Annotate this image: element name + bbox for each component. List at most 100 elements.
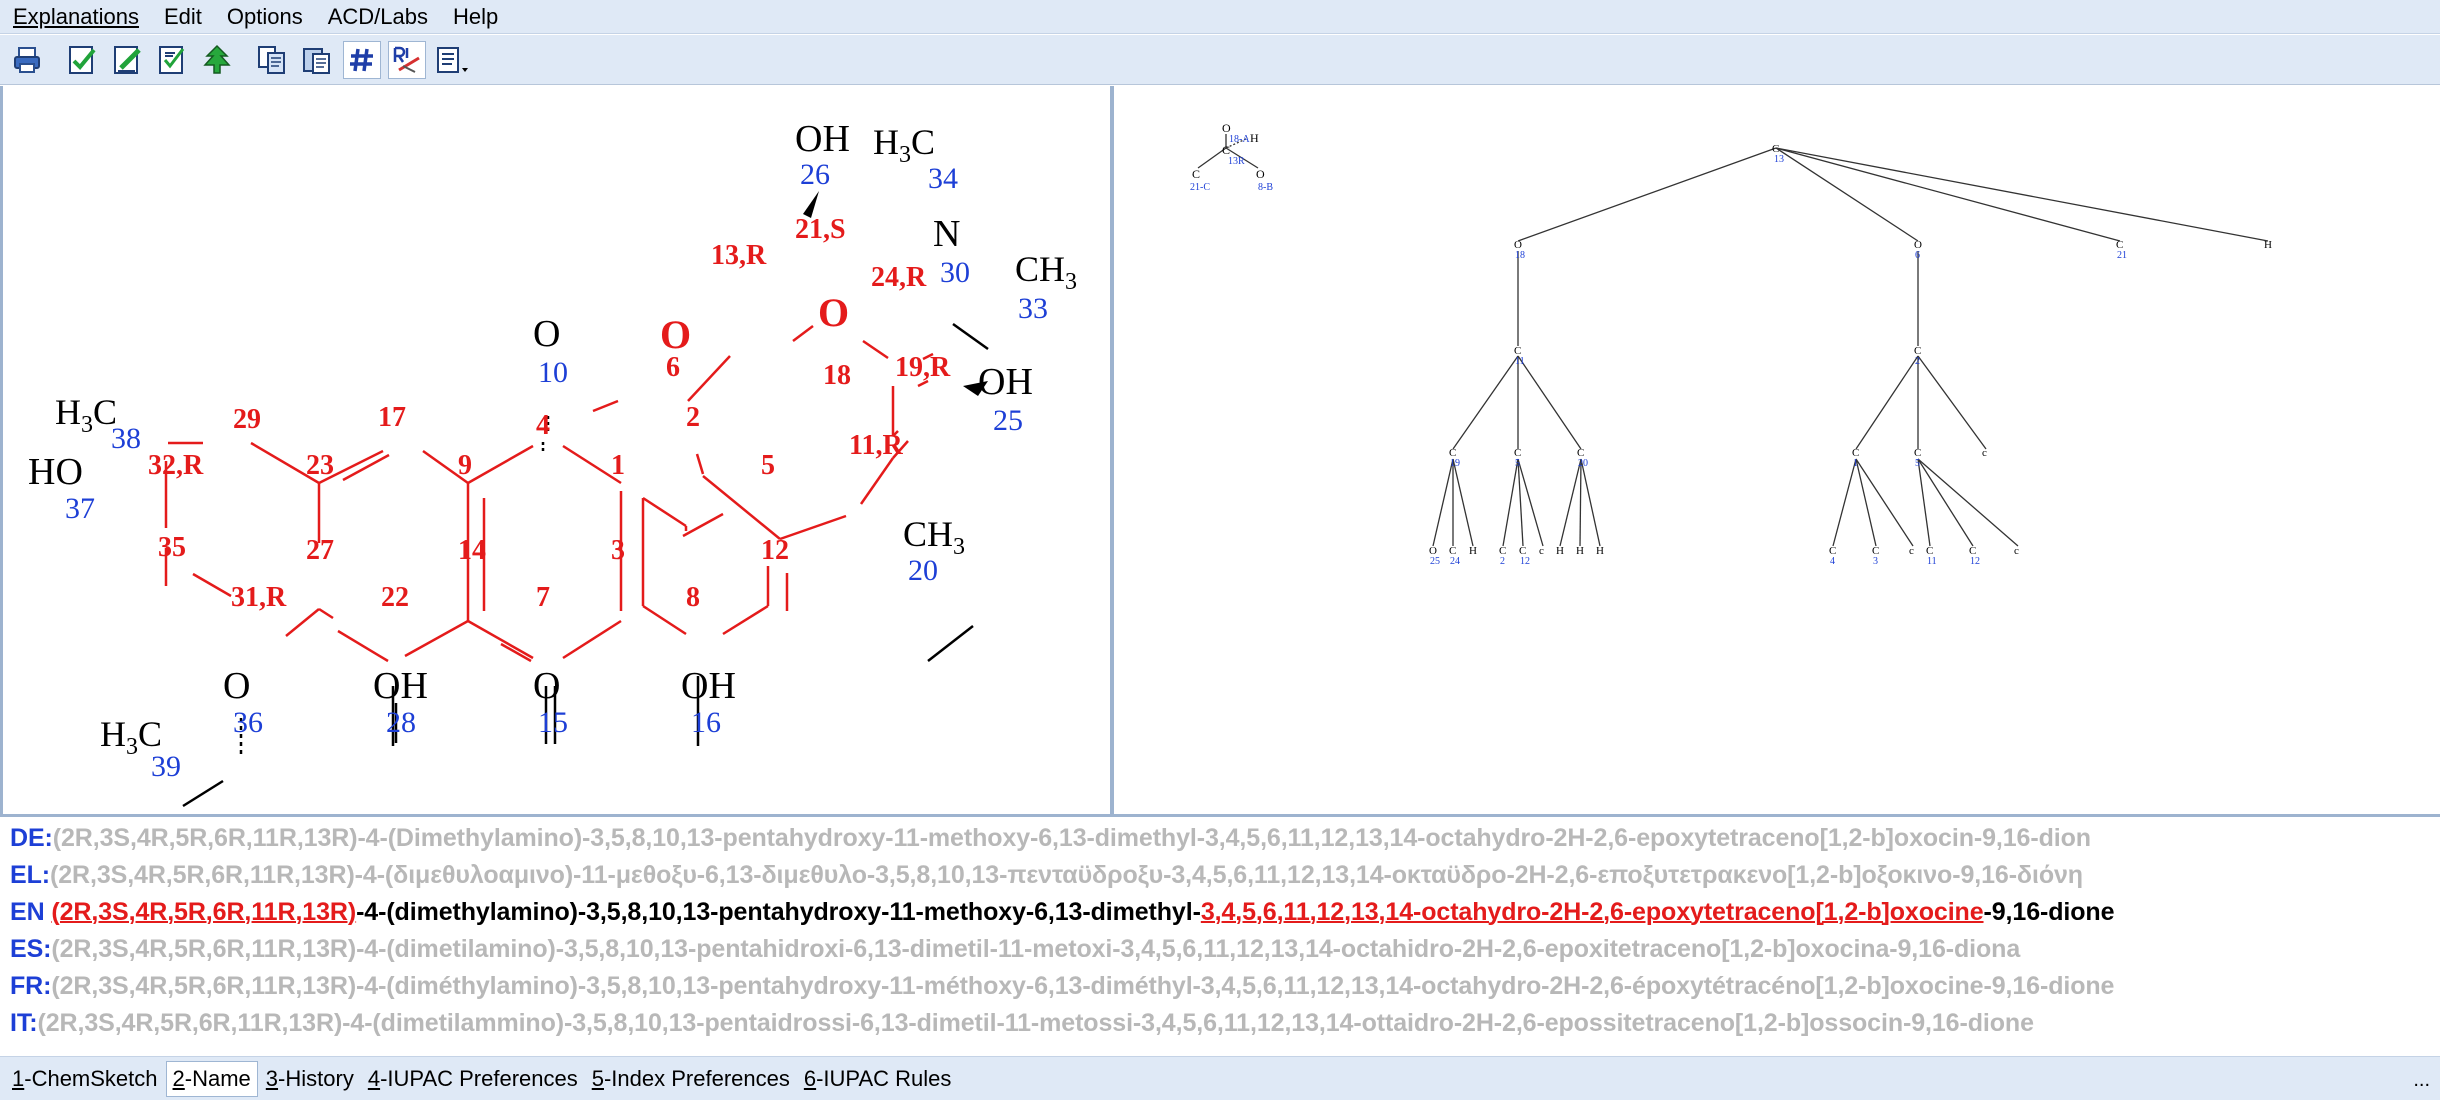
name-row-es[interactable]: ES:(2R,3S,4R,5R,6R,11R,13R)-4-(dimetilam… <box>10 935 2020 964</box>
tree-l4-node: c <box>1539 545 1544 557</box>
tab-iupac-preferences-label: -IUPAC Preferences <box>380 1065 578 1091</box>
workspace: 29 17 23 9 4 1 2 5 32,R 35 27 14 3 12 31… <box>0 86 2440 817</box>
methyl-38: H3C <box>55 392 117 438</box>
lang-label-en: EN <box>10 898 45 926</box>
tab-index-preferences[interactable]: 5-Index Preferences <box>586 1062 796 1096</box>
tree-l2-node-number: 2 <box>1915 356 1920 367</box>
methyl-34-c: C <box>911 122 935 162</box>
options-icon <box>437 46 468 73</box>
lang-label-de: DE: <box>10 824 53 852</box>
name-row-fr[interactable]: FR:(2R,3S,4R,5R,6R,11R,13R)-4-(diméthyla… <box>10 972 2114 1001</box>
oxygen-15: O <box>533 665 560 707</box>
hydroxyl-37: HO <box>28 451 83 493</box>
atom-number-38: 38 <box>111 422 141 455</box>
inset-hydrogen: H <box>1250 131 1259 145</box>
hydroxyl-26: OH <box>795 118 850 160</box>
tree-l4-node-number: 25 <box>1430 556 1440 567</box>
tab-index-preferences-label: -Index Preferences <box>603 1065 790 1091</box>
tree-root-number: 13 <box>1774 154 1784 165</box>
tab-chemsketch[interactable]: 1-ChemSketch <box>6 1062 164 1096</box>
tree-edges <box>1197 134 2269 547</box>
doc-edit-button[interactable] <box>108 41 146 79</box>
doc-check-button[interactable] <box>63 41 101 79</box>
locant-31: 31,R <box>231 582 287 613</box>
methyl-20-ch: CH <box>903 514 953 554</box>
atom-number-25: 25 <box>993 404 1023 437</box>
methyl-39-sub: 3 <box>126 734 138 760</box>
locant-2: 2 <box>686 402 700 433</box>
rule-button[interactable] <box>388 40 426 79</box>
menu-explanations-label: Explanations <box>13 3 139 29</box>
tree-l4-node: H <box>1596 545 1604 557</box>
locant-13: 13,R <box>711 240 767 271</box>
tab-history[interactable]: 3-History <box>260 1062 360 1096</box>
atom-number-20: 20 <box>908 554 938 587</box>
tab-name-label: -Name <box>184 1065 251 1091</box>
inset-right-number: 8-B <box>1258 182 1273 193</box>
stereo-es: (2R,3S,4R,5R,6R,11R,13R) <box>51 935 357 963</box>
tree-l4-node-number: 12 <box>1520 556 1530 567</box>
locant-23: 23 <box>306 450 334 481</box>
tab-iupac-preferences[interactable]: 4-IUPAC Preferences <box>362 1062 584 1096</box>
paste-button[interactable] <box>298 41 336 79</box>
options-button[interactable] <box>433 41 471 79</box>
ring-oxygens: O O <box>660 290 849 357</box>
tab-chemsketch-label: -ChemSketch <box>24 1065 158 1091</box>
stereo-it: (2R,3S,4R,5R,6R,11R,13R) <box>37 1009 343 1037</box>
print-button[interactable] <box>8 41 46 79</box>
oxygen-36: O <box>223 665 250 707</box>
methyl-34: H3C <box>873 122 935 168</box>
locant-9: 9 <box>458 450 472 481</box>
tab-name[interactable]: 2-Name <box>165 1060 258 1097</box>
nitrogen-30: N <box>933 213 960 255</box>
tree-l3-node-number: 1 <box>1853 458 1858 469</box>
atom-number-33: 33 <box>1018 292 1048 325</box>
menu-edit[interactable]: Edit <box>151 4 214 30</box>
tree-l4-node: H <box>1556 545 1564 557</box>
tree-pane[interactable]: O 18-A C 13R H C 21-C O 8-B C 13 O 18 O 6 C 21 H… <box>1118 86 2440 814</box>
inset-oxygen-number: 18-A <box>1229 134 1250 145</box>
numbering-icon <box>350 48 373 71</box>
atom-number-28: 28 <box>386 706 416 739</box>
tree-l4-node-number: 4 <box>1830 556 1835 567</box>
atom-number-36: 36 <box>233 706 263 739</box>
name-text-es: -4-(dimetilamino)-3,5,8,10,13-pentahidro… <box>356 935 2021 963</box>
locant-5: 5 <box>761 450 775 481</box>
doc-compare-button[interactable] <box>153 41 191 79</box>
tree-l4-node: c <box>2014 545 2019 557</box>
inset-carbon-number: 13R <box>1228 156 1245 167</box>
tree-l4-node: c <box>1909 545 1914 557</box>
stereo-el: (2R,3S,4R,5R,6R,11R,13R) <box>49 861 355 889</box>
locant-11: 11,R <box>849 430 903 461</box>
menu-acdlabs-label: ACD/Labs <box>327 3 429 29</box>
tree-l4-node-number: 24 <box>1450 556 1460 567</box>
locant-3: 3 <box>611 535 625 566</box>
tab-index-preferences-key: 5 <box>591 1065 604 1091</box>
menu-acdlabs[interactable]: ACD/Labs <box>315 4 440 30</box>
menu-options[interactable]: Options <box>214 4 315 30</box>
menu-explanations[interactable]: Explanations <box>0 4 151 30</box>
locant-22: 22 <box>381 582 409 613</box>
tree-l4-node: H <box>1576 545 1584 557</box>
name-row-en[interactable]: EN (2R,3S,4R,5R,6R,11R,13R)-4-(dimethyla… <box>10 898 2115 927</box>
menu-help[interactable]: Help <box>440 4 510 30</box>
tab-iupac-rules[interactable]: 6-IUPAC Rules <box>798 1062 958 1096</box>
atom-number-37: 37 <box>65 492 95 525</box>
tree-button[interactable] <box>198 41 236 79</box>
name-suffix-en: -9,16-dione <box>1983 898 2115 926</box>
structure-pane[interactable]: 29 17 23 9 4 1 2 5 32,R 35 27 14 3 12 31… <box>0 86 1114 814</box>
atom-number-10: 10 <box>538 356 568 389</box>
stereo-de: (2R,3S,4R,5R,6R,11R,13R) <box>52 824 358 852</box>
name-text-de: -4-(Dimethylamino)-3,5,8,10,13-pentahydr… <box>357 824 2091 852</box>
lang-label-el: EL: <box>10 861 50 889</box>
name-row-de[interactable]: DE:(2R,3S,4R,5R,6R,11R,13R)-4-(Dimethyla… <box>10 824 2091 853</box>
name-row-it[interactable]: IT:(2R,3S,4R,5R,6R,11R,13R)-4-(dimetilam… <box>10 1009 2034 1038</box>
numbering-button[interactable] <box>343 40 381 79</box>
more-indicator[interactable]: ... <box>2413 1069 2430 1092</box>
menu-options-label: Options <box>226 3 303 29</box>
name-row-el[interactable]: EL:(2R,3S,4R,5R,6R,11R,13R)-4-(διμεθυλοα… <box>10 861 2083 890</box>
black-bonds <box>182 322 989 808</box>
tree-l1-node: H <box>2264 239 2272 251</box>
copy-button[interactable] <box>253 41 291 79</box>
inset-carbon: C <box>1222 143 1230 157</box>
